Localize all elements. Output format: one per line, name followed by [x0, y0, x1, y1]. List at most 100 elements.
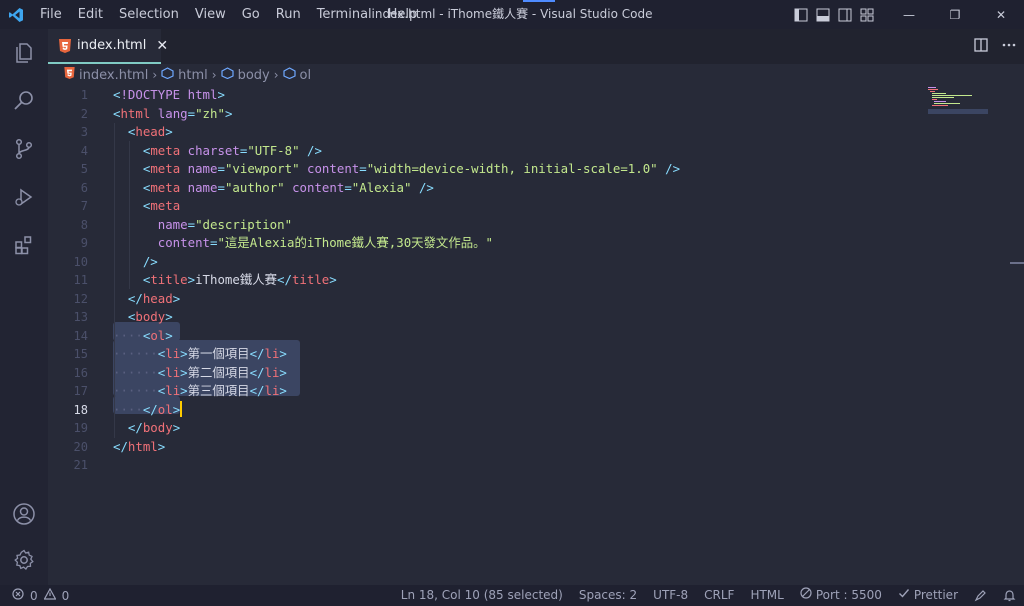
- tab-close-icon[interactable]: ✕: [156, 38, 168, 54]
- extensions-icon[interactable]: [0, 221, 48, 269]
- minimap[interactable]: [928, 86, 988, 126]
- customize-layout-icon[interactable]: [856, 0, 878, 29]
- code-line[interactable]: />: [113, 253, 993, 272]
- menu-item-selection[interactable]: Selection: [111, 0, 187, 29]
- code-editor[interactable]: 1 2 3 4 5 6 7 8 9 10 11 12 13 14 15 16 17 18 19 20 21 <!DOCT…: [48, 86, 1024, 585]
- status-bar: 0 0 Ln 18, Col 10 (85 selected) Spaces: …: [0, 585, 1024, 606]
- prettier-status[interactable]: Prettier: [890, 585, 966, 606]
- scrollbar-cursor-marker: [1010, 262, 1024, 264]
- line-number: 17: [73, 384, 88, 398]
- menu-item-file[interactable]: File: [32, 0, 70, 29]
- menu-item-terminal[interactable]: Terminal: [309, 0, 380, 29]
- line-number: 6: [80, 180, 88, 195]
- breadcrumb-item-body[interactable]: body: [220, 67, 270, 83]
- code-line[interactable]: <meta name="author" content="Alexia" />: [113, 179, 993, 198]
- indentation-setting[interactable]: Spaces: 2: [571, 585, 645, 606]
- more-actions-icon[interactable]: [1002, 37, 1016, 56]
- minimize-button[interactable]: —: [886, 0, 932, 29]
- code-line[interactable]: name="description": [113, 216, 993, 235]
- html5-file-icon: [59, 38, 71, 53]
- code-line[interactable]: ····<ol>: [113, 327, 993, 346]
- end-of-line[interactable]: CRLF: [696, 585, 742, 606]
- code-line[interactable]: [113, 456, 993, 475]
- breadcrumb-item-ol[interactable]: ol: [282, 67, 311, 83]
- live-server-port[interactable]: Port : 5500: [792, 585, 890, 606]
- breadcrumb-item-html[interactable]: html: [161, 67, 208, 83]
- check-icon: [898, 585, 910, 606]
- code-line[interactable]: <meta charset="UTF-8" />: [113, 142, 993, 161]
- restore-button[interactable]: ❐: [932, 0, 978, 29]
- code-line[interactable]: <body>: [113, 308, 993, 327]
- vertical-scrollbar[interactable]: [1010, 86, 1024, 585]
- search-icon[interactable]: [0, 77, 48, 125]
- toggle-secondary-sidebar-icon[interactable]: [834, 0, 856, 29]
- line-number: 20: [73, 439, 88, 454]
- file-encoding[interactable]: UTF-8: [645, 585, 696, 606]
- line-number: 2: [80, 106, 88, 121]
- warning-count: 0: [61, 588, 70, 603]
- line-number: 5: [80, 162, 88, 176]
- source-control-icon[interactable]: [0, 125, 48, 173]
- code-line[interactable]: <title>iThome鐵人賽</title>: [113, 271, 993, 290]
- close-window-button[interactable]: ✕: [978, 0, 1024, 29]
- run-debug-icon[interactable]: [0, 173, 48, 221]
- code-lines[interactable]: <!DOCTYPE html> <html lang="zh"> <head> <…: [113, 86, 993, 475]
- settings-gear-icon[interactable]: [0, 536, 48, 584]
- line-number: 4: [80, 143, 88, 158]
- chevron-right-icon: ›: [273, 68, 279, 82]
- code-line[interactable]: <meta name="viewport" content="width=dev…: [113, 160, 993, 179]
- chevron-right-icon: ›: [152, 68, 158, 82]
- breadcrumb: index.html › html › body › ol: [48, 64, 1024, 86]
- html5-file-icon: [64, 67, 75, 83]
- symbol-element-icon: [282, 67, 296, 83]
- cursor-position[interactable]: Ln 18, Col 10 (85 selected): [393, 585, 571, 606]
- line-number: 11: [73, 273, 88, 287]
- menu-item-go[interactable]: Go: [234, 0, 268, 29]
- language-mode[interactable]: HTML: [742, 585, 791, 606]
- menu-item-help[interactable]: Help: [380, 0, 426, 29]
- code-line[interactable]: ····</ol>: [113, 400, 993, 420]
- code-line[interactable]: <meta: [113, 197, 993, 216]
- code-line[interactable]: <html lang="zh">: [113, 105, 993, 124]
- line-number: 19: [73, 421, 88, 435]
- files-icon[interactable]: [0, 29, 48, 77]
- code-line[interactable]: </body>: [113, 419, 993, 438]
- line-number-gutter: 1 2 3 4 5 6 7 8 9 10 11 12 13 14 15 16 17 18 19 20 21: [48, 86, 88, 475]
- feedback-icon[interactable]: [966, 589, 995, 602]
- symbol-element-icon: [161, 67, 174, 83]
- line-number: 7: [80, 199, 88, 213]
- menu-item-view[interactable]: View: [187, 0, 234, 29]
- no-entry-icon: [800, 585, 812, 606]
- code-line[interactable]: ······<li>第二個項目</li>: [113, 364, 993, 383]
- notifications-bell-icon[interactable]: [995, 589, 1024, 602]
- code-line[interactable]: <!DOCTYPE html>: [113, 86, 993, 105]
- code-line[interactable]: content="這是Alexia的iThome鐵人賽,30天發文作品。": [113, 234, 993, 253]
- code-line[interactable]: </html>: [113, 438, 993, 457]
- menu-bar: File Edit Selection View Go Run Terminal Help: [32, 0, 425, 29]
- code-line[interactable]: ······<li>第一個項目</li>: [113, 345, 993, 364]
- toggle-panel-icon[interactable]: [812, 0, 834, 29]
- toggle-primary-sidebar-icon[interactable]: [790, 0, 812, 29]
- code-line[interactable]: ······<li>第三個項目</li>: [113, 382, 993, 401]
- code-line[interactable]: <head>: [113, 123, 993, 142]
- line-number: 9: [80, 236, 88, 250]
- line-number: 13: [73, 310, 88, 324]
- error-icon: [12, 588, 24, 603]
- text-cursor: [180, 400, 183, 417]
- tab-index-html[interactable]: index.html ✕: [48, 29, 168, 64]
- editor-tab-bar: index.html ✕: [48, 29, 1024, 64]
- menu-item-edit[interactable]: Edit: [70, 0, 111, 29]
- line-number: 12: [73, 291, 88, 306]
- menu-item-run[interactable]: Run: [268, 0, 309, 29]
- breadcrumb-item-file[interactable]: index.html: [64, 67, 148, 83]
- title-bar: File Edit Selection View Go Run Terminal Help i…: [0, 0, 1024, 29]
- account-icon[interactable]: [0, 490, 48, 538]
- split-editor-icon[interactable]: [974, 37, 988, 56]
- code-line[interactable]: </head>: [113, 290, 993, 309]
- line-number: 18: [73, 402, 88, 417]
- problems-indicator[interactable]: 0 0: [0, 587, 70, 603]
- line-number: 15: [73, 347, 88, 361]
- line-number: 10: [73, 254, 88, 269]
- error-count: 0: [30, 588, 38, 603]
- line-number: 3: [80, 125, 88, 139]
